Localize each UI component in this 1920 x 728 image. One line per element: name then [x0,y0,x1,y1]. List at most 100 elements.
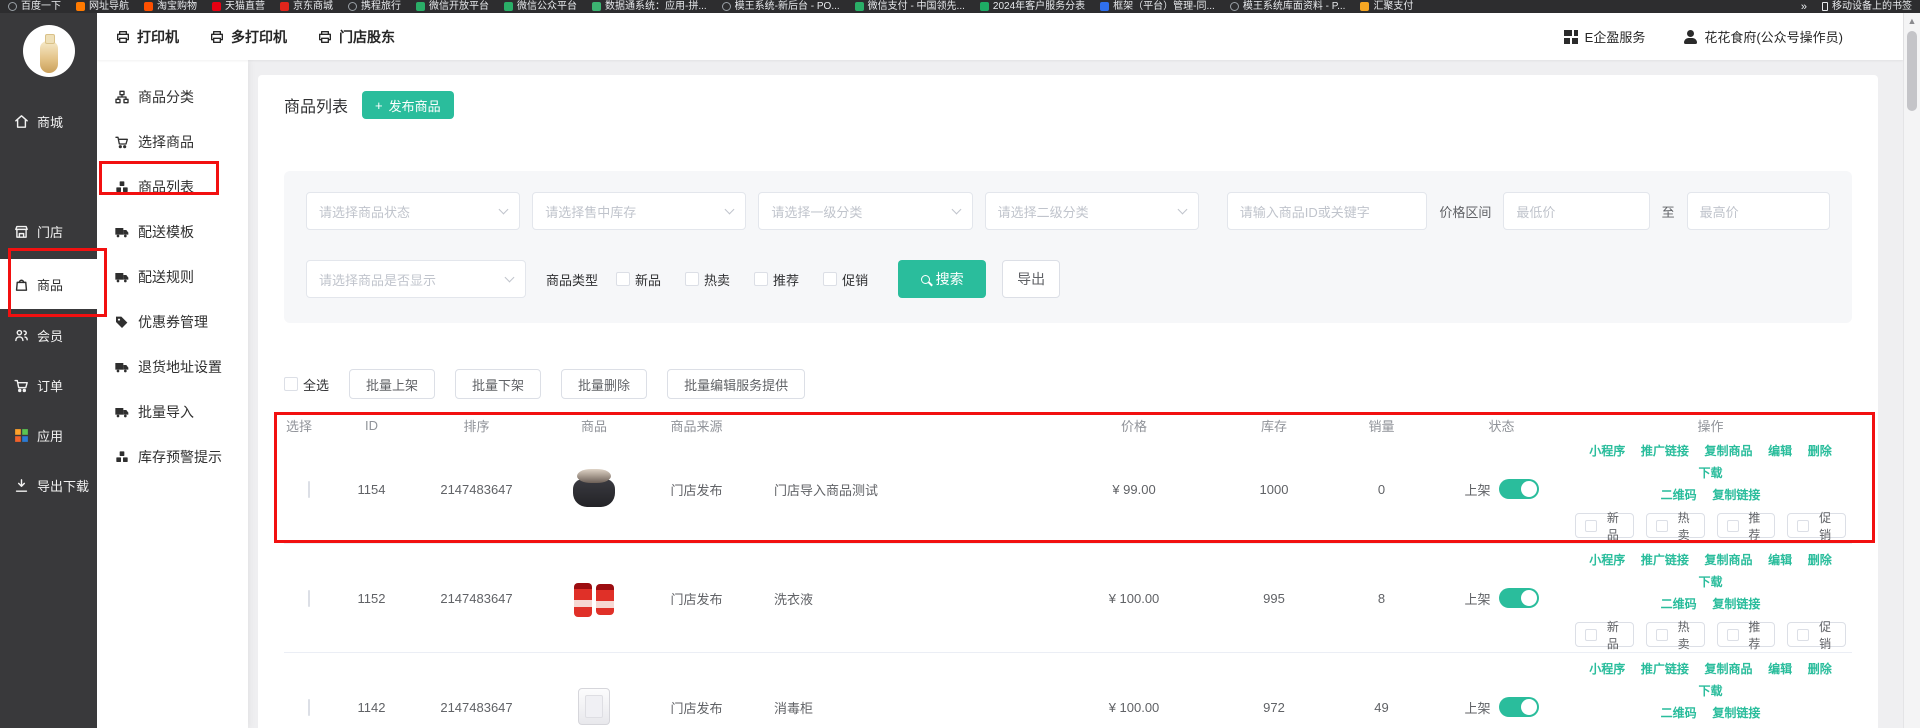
action-promo-link[interactable]: 推广链接 [1641,444,1689,458]
bookmark-item[interactable]: 京东商城 [280,0,333,13]
min-price-input[interactable]: 最低价 [1503,192,1649,230]
submenu-item-product-list[interactable]: 商品列表 [97,164,248,209]
product-type-checkbox[interactable]: 促销 [823,270,868,289]
action-copy-product[interactable]: 复制商品 [1704,553,1752,567]
submenu-item-select-product[interactable]: 选择商品 [97,119,248,164]
action-download[interactable]: 下载 [1698,684,1722,698]
action-mini-program[interactable]: 小程序 [1589,553,1625,567]
bookmarks-overflow-chevron[interactable]: » [1801,1,1807,13]
row-checkbox[interactable] [308,590,310,607]
action-qr-code[interactable]: 二维码 [1661,597,1697,611]
bookmark-item[interactable]: 携程旅行 [348,0,401,13]
action-copy-link[interactable]: 复制链接 [1712,597,1760,611]
action-delete[interactable]: 删除 [1808,444,1832,458]
tag-chip[interactable]: 热卖 [1646,513,1705,538]
topbar-link-printer[interactable]: 打印机 [115,27,179,47]
scroll-thumb[interactable] [1907,31,1917,111]
action-edit[interactable]: 编辑 [1768,662,1792,676]
bookmark-item[interactable]: 微信支付 - 中国领先... [855,0,965,13]
avatar[interactable] [23,25,75,77]
tag-chip[interactable]: 促销 [1787,622,1846,647]
max-price-input[interactable]: 最高价 [1687,192,1830,230]
bookmark-item[interactable]: 百度一下 [8,0,61,13]
action-download[interactable]: 下载 [1698,466,1722,480]
sidebar-item-store[interactable]: 门店 [0,217,97,245]
search-button[interactable]: 搜索 [898,260,986,298]
batch-action-button[interactable]: 批量下架 [455,369,541,399]
product-type-checkbox[interactable]: 推荐 [754,270,799,289]
bookmark-item[interactable]: 汇聚支付 [1360,0,1413,13]
submenu-item-product-category[interactable]: 商品分类 [97,74,248,119]
action-promo-link[interactable]: 推广链接 [1641,553,1689,567]
batch-action-button[interactable]: 批量上架 [349,369,435,399]
tag-chip[interactable]: 新品 [1575,622,1634,647]
filter-select[interactable]: 请选择二级分类 [985,192,1199,230]
bookmark-item[interactable]: 微信公众平台 [504,0,577,13]
action-mini-program[interactable]: 小程序 [1589,444,1625,458]
status-toggle[interactable] [1499,479,1539,499]
sidebar-item-members[interactable]: 会员 [0,321,97,349]
export-button[interactable]: 导出 [1002,260,1060,298]
mobile-bookmarks-button[interactable]: 移动设备上的书签 [1822,0,1912,13]
submenu-item-stock-warning[interactable]: 库存预警提示 [97,434,248,479]
bookmark-item[interactable]: 2024年客户服务分表 [980,0,1085,13]
action-edit[interactable]: 编辑 [1768,444,1792,458]
action-qr-code[interactable]: 二维码 [1661,706,1697,720]
row-checkbox[interactable] [308,481,310,498]
bookmark-item[interactable]: 框架（平台）管理-同... [1100,0,1215,13]
bookmark-item[interactable]: 微信开放平台 [416,0,489,13]
action-copy-link[interactable]: 复制链接 [1712,706,1760,720]
tag-chip[interactable]: 推荐 [1717,513,1776,538]
display-filter-select[interactable]: 请选择商品是否显示 [306,260,526,298]
service-menu[interactable]: E企盈服务 [1564,27,1646,46]
bookmark-item[interactable]: 数据通系统：应用-拼... [592,0,707,13]
bookmark-item[interactable]: 模王系统-新后台 - PO... [722,0,840,13]
filter-select[interactable]: 请选择售中库存 [532,192,746,230]
action-mini-program[interactable]: 小程序 [1589,662,1625,676]
action-delete[interactable]: 删除 [1808,662,1832,676]
filter-select[interactable]: 请选择一级分类 [758,192,972,230]
submenu-item-coupon-management[interactable]: 优惠券管理 [97,299,248,344]
bookmark-item[interactable]: 天猫直营 [212,0,265,13]
keyword-input[interactable]: 请输入商品ID或关键字 [1227,192,1428,230]
action-delete[interactable]: 删除 [1808,553,1832,567]
product-type-checkbox[interactable]: 新品 [616,270,661,289]
action-qr-code[interactable]: 二维码 [1661,488,1697,502]
bookmark-item[interactable]: 淘宝购物 [144,0,197,13]
scroll-up-arrow[interactable]: ▲ [1904,13,1920,29]
tag-chip[interactable]: 推荐 [1717,622,1776,647]
tag-chip[interactable]: 新品 [1575,513,1634,538]
publish-product-button[interactable]: + 发布商品 [362,91,454,119]
vertical-scrollbar[interactable]: ▲ [1903,13,1920,728]
action-copy-link[interactable]: 复制链接 [1712,488,1760,502]
action-copy-product[interactable]: 复制商品 [1704,662,1752,676]
sidebar-item-orders[interactable]: 订单 [0,371,97,399]
submenu-item-delivery-rules[interactable]: 配送规则 [97,254,248,299]
product-type-checkbox[interactable]: 热卖 [685,270,730,289]
batch-action-button[interactable]: 批量删除 [561,369,647,399]
bookmark-item[interactable]: 网址导航 [76,0,129,13]
status-toggle[interactable] [1499,697,1539,717]
submenu-item-batch-import[interactable]: 批量导入 [97,389,248,434]
sidebar-item-products[interactable]: 商品 [0,259,97,309]
submenu-item-return-address[interactable]: 退货地址设置 [97,344,248,389]
topbar-link-multi-printer[interactable]: 多打印机 [209,27,287,47]
action-copy-product[interactable]: 复制商品 [1704,444,1752,458]
tag-chip[interactable]: 促销 [1787,513,1846,538]
sidebar-item-export-download[interactable]: 导出下载 [0,471,97,499]
action-download[interactable]: 下载 [1698,575,1722,589]
action-edit[interactable]: 编辑 [1768,553,1792,567]
row-checkbox[interactable] [308,699,310,716]
sidebar-item-mall[interactable]: 商城 [0,107,97,135]
bookmark-item[interactable]: 模王系统库面资料 - P... [1230,0,1346,13]
submenu-item-delivery-template[interactable]: 配送模板 [97,209,248,254]
action-promo-link[interactable]: 推广链接 [1641,662,1689,676]
select-all-checkbox[interactable]: 全选 [284,375,329,394]
status-toggle[interactable] [1499,588,1539,608]
batch-action-button[interactable]: 批量编辑服务提供 [667,369,805,399]
filter-select[interactable]: 请选择商品状态 [306,192,520,230]
topbar-link-store-shareholder[interactable]: 门店股东 [317,27,395,47]
account-menu[interactable]: 花花食府(公众号操作员) [1683,27,1843,46]
tag-chip[interactable]: 热卖 [1646,622,1705,647]
sidebar-item-apps[interactable]: 应用 [0,421,97,449]
